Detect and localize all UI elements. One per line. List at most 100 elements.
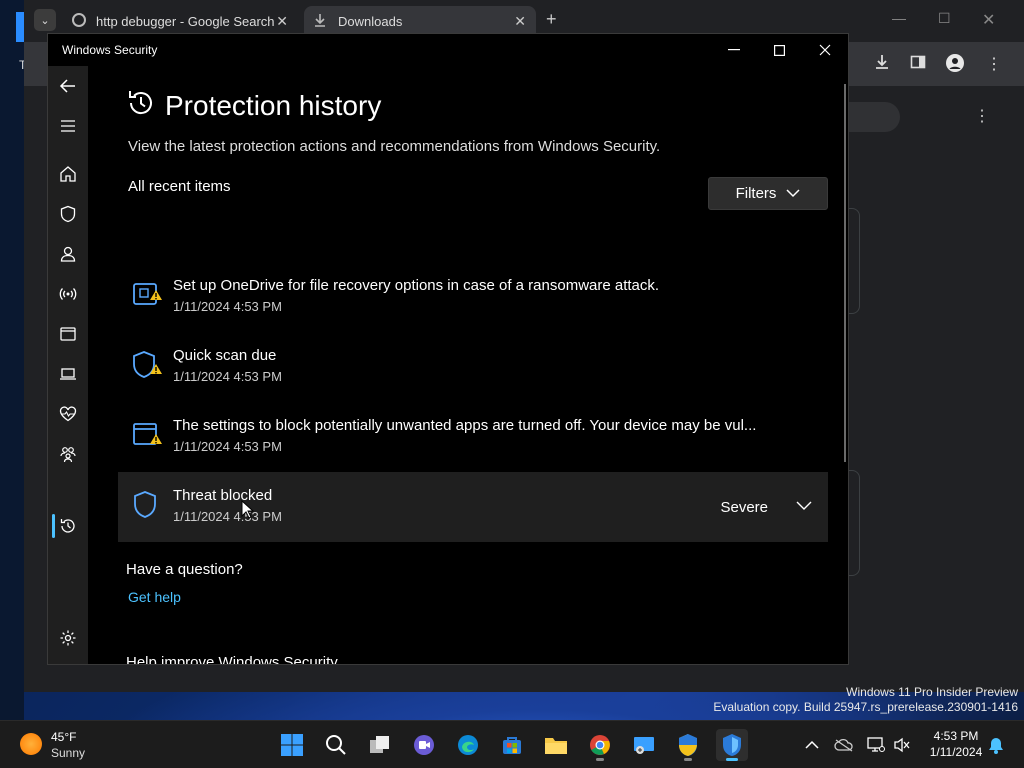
chevron-down-icon: ⌄ [40, 14, 50, 27]
nav-protection-history[interactable] [56, 514, 80, 538]
taskbar-teams[interactable] [408, 729, 440, 761]
history-item-title: Threat blocked [173, 487, 273, 504]
page-description: View the latest protection actions and r… [128, 138, 661, 155]
history-item-date: 1/11/2024 4:53 PM [173, 369, 282, 384]
taskbar-file-explorer[interactable] [540, 729, 572, 761]
heart-pulse-icon [59, 406, 77, 422]
browser-tab-downloads[interactable]: Downloads ✕ [304, 6, 536, 36]
history-item[interactable]: Set up OneDrive for file recovery option… [118, 262, 828, 332]
nav-firewall-network[interactable] [56, 282, 80, 306]
nav-settings[interactable] [56, 626, 80, 650]
store-icon [503, 737, 521, 754]
nav-device-security[interactable] [56, 362, 80, 386]
menu-button[interactable] [56, 114, 80, 138]
onedrive-tray[interactable] [834, 735, 854, 755]
nav-account-protection[interactable] [56, 242, 80, 266]
taskbar: 45°F Sunny 4:53 PM 1/11/2024 [0, 720, 1024, 768]
sun-icon [20, 733, 42, 755]
browser-close-icon[interactable]: ✕ [982, 10, 995, 30]
close-icon[interactable]: ✕ [276, 13, 288, 30]
browser-minimize-icon[interactable]: — [892, 10, 906, 26]
task-view[interactable] [364, 729, 396, 761]
profile-avatar-icon[interactable] [946, 54, 964, 77]
nav-virus-protection[interactable] [56, 202, 80, 226]
navigation-rail [48, 66, 88, 664]
notifications-button[interactable] [986, 735, 1006, 755]
history-item-threat-blocked[interactable]: Threat blocked 1/11/2024 4:53 PM Severe [118, 472, 828, 542]
evaluation-watermark: Windows 11 Pro Insider Preview Evaluatio… [713, 685, 1018, 715]
maximize-button[interactable] [767, 40, 791, 60]
taskbar-app-remote[interactable] [628, 729, 660, 761]
weather-temperature: 45°F [51, 730, 77, 744]
title-bar: Windows Security [48, 34, 848, 66]
downloads-toolbar-icon[interactable] [874, 54, 890, 75]
taskbar-chrome[interactable] [584, 729, 616, 761]
close-icon[interactable]: ✕ [514, 13, 526, 30]
hamburger-icon [61, 120, 75, 132]
chevron-up-icon [805, 740, 819, 749]
question-heading: Have a question? [126, 561, 243, 578]
history-item-date: 1/11/2024 4:53 PM [173, 299, 282, 314]
remote-desktop-icon [634, 737, 654, 754]
shield-icon [134, 491, 156, 518]
mouse-cursor-icon [241, 500, 255, 519]
taskbar-store[interactable] [496, 729, 528, 761]
browser-menu-icon[interactable]: ⋮ [986, 54, 1002, 74]
chat-icon [414, 735, 434, 755]
nav-device-performance[interactable] [56, 402, 80, 426]
main-content: Protection history View the latest prote… [88, 66, 848, 664]
more-options-icon[interactable]: ⋮ [974, 106, 990, 126]
volume-tray[interactable] [892, 735, 912, 755]
browser-tab-label: Downloads [338, 13, 403, 29]
history-item[interactable]: The settings to block potentially unwant… [118, 402, 828, 472]
browser-maximize-icon[interactable]: ☐ [938, 10, 951, 27]
browser-tab-google-search[interactable]: http debugger - Google Search ✕ [62, 6, 298, 36]
back-arrow-icon [59, 79, 75, 93]
gear-icon [60, 630, 76, 646]
shield-warning-icon [133, 351, 162, 378]
selected-indicator [52, 514, 55, 538]
task-view-icon [370, 736, 389, 753]
taskbar-edge[interactable] [452, 729, 484, 761]
get-help-link[interactable]: Get help [128, 589, 181, 605]
filters-button[interactable]: Filters [708, 177, 828, 210]
chrome-icon [590, 735, 610, 755]
network-antenna-icon [59, 288, 77, 300]
network-tray[interactable] [866, 735, 886, 755]
app-browser-icon [60, 327, 76, 341]
history-icon [129, 91, 152, 115]
minimize-button[interactable] [722, 40, 746, 60]
show-hidden-icons[interactable] [802, 735, 822, 755]
taskbar-windows-security[interactable] [716, 729, 748, 761]
close-button[interactable] [813, 40, 837, 60]
tab-search-button[interactable]: ⌄ [34, 9, 56, 31]
chevron-down-icon[interactable] [796, 500, 812, 512]
family-icon [60, 447, 76, 463]
desktop-left-edge: T [0, 0, 26, 730]
new-tab-button[interactable]: + [546, 9, 557, 30]
nav-home[interactable] [56, 162, 80, 186]
history-item-title: Quick scan due [173, 347, 277, 364]
background-window-edge [16, 12, 24, 42]
scrollbar-thumb[interactable] [844, 84, 846, 462]
taskbar-search[interactable] [320, 729, 352, 761]
taskbar-security-uac[interactable] [672, 729, 704, 761]
app-browser-warning-icon [133, 423, 162, 445]
history-icon [60, 519, 75, 533]
clock-date: 1/11/2024 [929, 745, 983, 759]
page-title: Protection history [165, 90, 382, 121]
start-button[interactable] [276, 729, 308, 761]
back-button[interactable] [56, 74, 80, 98]
running-indicator [684, 758, 692, 761]
download-icon [314, 13, 330, 30]
shield-icon [60, 205, 76, 223]
nav-family-options[interactable] [56, 442, 80, 466]
history-item[interactable]: Quick scan due 1/11/2024 4:53 PM [118, 332, 828, 402]
volume-muted-icon [894, 737, 910, 753]
history-item-title: The settings to block potentially unwant… [173, 417, 757, 434]
running-indicator [726, 758, 738, 761]
history-item-title: Set up OneDrive for file recovery option… [173, 277, 660, 294]
search-box-edge [844, 102, 900, 132]
nav-app-browser-control[interactable] [56, 322, 80, 346]
side-panel-icon[interactable] [910, 54, 926, 75]
